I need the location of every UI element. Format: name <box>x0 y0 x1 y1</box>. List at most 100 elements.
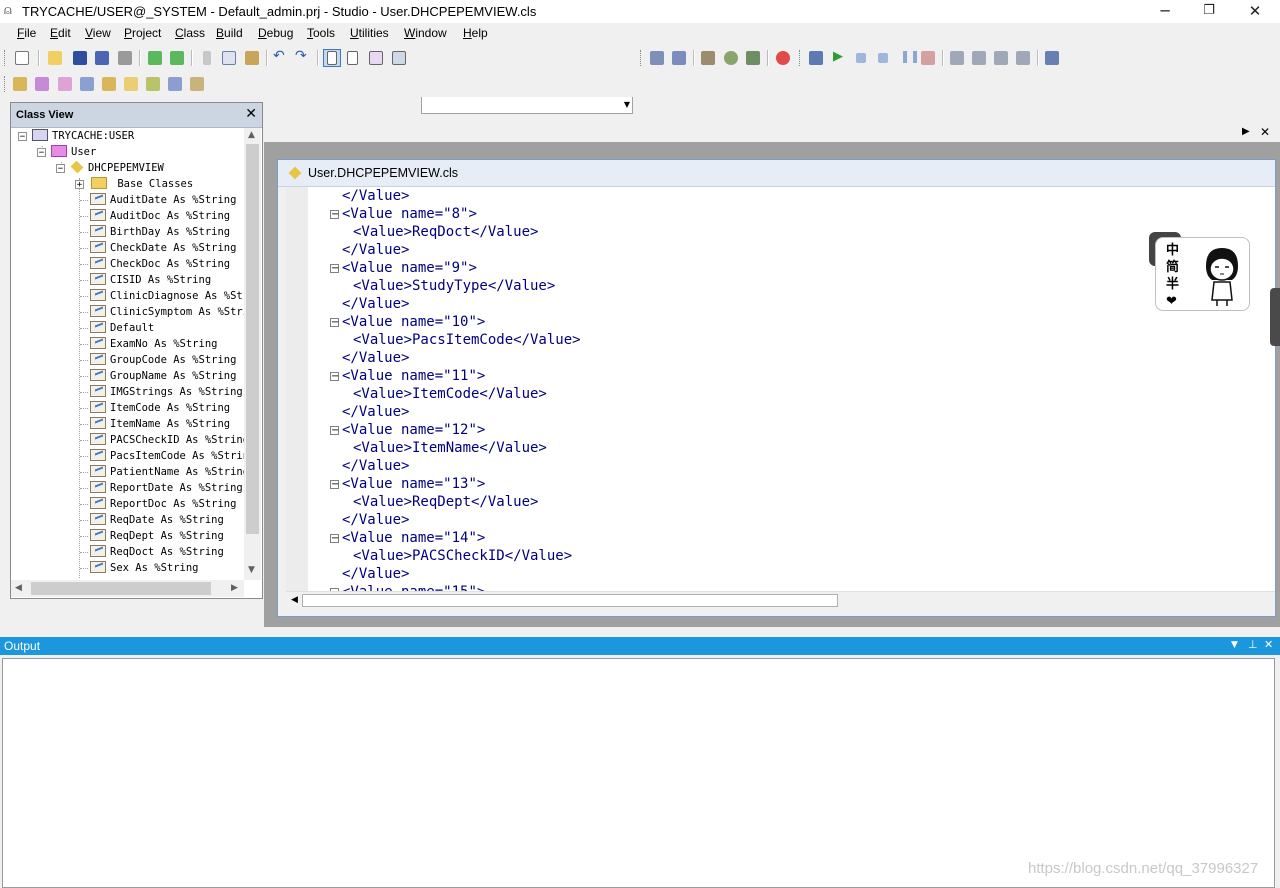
new-query-icon[interactable] <box>100 75 118 93</box>
close-icon[interactable]: ✕ <box>245 106 257 122</box>
step-into-icon[interactable] <box>948 49 966 67</box>
tree-item-7[interactable]: ClinicSymptom As %Stri <box>90 304 244 320</box>
code-line[interactable]: <Value>PacsItemCode</Value> <box>353 331 581 349</box>
code-line[interactable]: </Value> <box>342 241 409 259</box>
tree-package-node[interactable]: User <box>51 144 96 160</box>
run-icon[interactable]: ▶ <box>830 49 848 67</box>
tree-item-19[interactable]: ReportDoc As %String <box>90 496 236 512</box>
undo-icon[interactable]: ↶ <box>272 48 290 67</box>
clear-breakpoints-icon[interactable] <box>919 49 937 67</box>
redo-icon[interactable]: ↷ <box>294 48 312 67</box>
tree-item-22[interactable]: ReqDoct As %String <box>90 544 224 560</box>
windows-icon[interactable] <box>390 49 408 67</box>
code-line[interactable]: <Value>ItemCode</Value> <box>353 385 547 403</box>
globe-icon[interactable] <box>722 49 740 67</box>
step-over-icon[interactable] <box>970 49 988 67</box>
stop-icon[interactable] <box>774 49 792 67</box>
code-line[interactable]: <Value>StudyType</Value> <box>353 277 555 295</box>
toolbar-grip[interactable] <box>4 76 8 92</box>
tree-base-classes-node[interactable]: Base Classes <box>91 176 193 192</box>
tree-class-node[interactable]: DHCPEPEMVIEW <box>70 160 164 176</box>
tree-item-12[interactable]: IMGStrings As %String <box>90 384 243 400</box>
fold-toggle[interactable]: − <box>330 318 339 328</box>
tree-item-16[interactable]: PacsItemCode As %Strin <box>90 448 244 464</box>
close-icon[interactable]: ✕ <box>1260 125 1270 139</box>
tree-item-3[interactable]: CheckDate As %String <box>90 240 236 256</box>
code-line[interactable]: <Value name="14"> <box>342 529 485 547</box>
editor-horizontal-scrollbar[interactable]: ◀ <box>286 591 1275 609</box>
tree-item-9[interactable]: ExamNo As %String <box>90 336 217 352</box>
pin-icon[interactable]: ⊥ <box>1248 638 1258 651</box>
tree-item-14[interactable]: ItemName As %String <box>90 416 230 432</box>
refresh-icon[interactable] <box>744 49 762 67</box>
maximize-button[interactable]: ❐ <box>1186 0 1232 23</box>
step-out-icon[interactable] <box>992 49 1010 67</box>
code-line[interactable]: </Value> <box>342 349 409 367</box>
new-index-icon[interactable] <box>122 75 140 93</box>
code-line[interactable]: <Value>ReqDept</Value> <box>353 493 538 511</box>
fold-toggle[interactable]: − <box>330 480 339 490</box>
code-line[interactable]: </Value> <box>342 403 409 421</box>
class-view-vertical-scrollbar[interactable]: ▲ ▼ <box>244 128 261 580</box>
tree-item-17[interactable]: PatientName As %String <box>90 464 244 480</box>
tree-collapse-toggle[interactable]: − <box>37 148 46 158</box>
scroll-right-icon[interactable]: ▶ <box>231 583 238 593</box>
save-all-icon[interactable] <box>93 49 111 67</box>
compile-icon[interactable] <box>648 49 666 67</box>
tree-collapse-toggle[interactable]: − <box>18 132 27 142</box>
paste-icon[interactable] <box>243 49 261 67</box>
debug-target-icon[interactable] <box>807 49 825 67</box>
stop-debug-icon[interactable] <box>874 49 892 67</box>
side-dock-strip[interactable] <box>1270 288 1280 346</box>
tree-expand-toggle[interactable]: + <box>75 180 84 190</box>
tree-collapse-toggle[interactable]: − <box>56 164 65 174</box>
tree-item-15[interactable]: PACSCheckID As %String <box>90 432 244 448</box>
step-icon[interactable] <box>852 49 870 67</box>
code-editor[interactable]: </Value> − <Value name="8"> <Value>ReqDoct<… <box>286 187 1275 591</box>
close-window-button[interactable]: ✕ <box>1232 0 1278 23</box>
save-icon[interactable] <box>71 49 89 67</box>
tree-item-18[interactable]: ReportDate As %String <box>90 480 243 496</box>
tree-item-20[interactable]: ReqDate As %String <box>90 512 224 528</box>
inspector-icon[interactable] <box>699 49 717 67</box>
scroll-left-icon[interactable]: ◀ <box>291 595 298 605</box>
class-view-horizontal-scrollbar[interactable]: ◀ ▶ <box>11 580 244 597</box>
menu-build[interactable]: Build <box>216 26 243 40</box>
edit-doc-icon[interactable] <box>367 49 385 67</box>
forward-icon[interactable] <box>168 49 186 67</box>
code-line[interactable]: </Value> <box>342 295 409 313</box>
code-line[interactable]: </Value> <box>342 457 409 475</box>
code-line[interactable]: </Value> <box>342 511 409 529</box>
code-line[interactable]: <Value name="10"> <box>342 313 485 331</box>
menu-debug[interactable]: Debug <box>258 26 293 40</box>
tree-item-2[interactable]: BirthDay As %String <box>90 224 230 240</box>
menu-window[interactable]: Window <box>404 26 447 40</box>
tree-item-5[interactable]: CISID As %String <box>90 272 211 288</box>
fold-toggle[interactable]: − <box>330 372 339 382</box>
pause-icon[interactable]: ❚❚ <box>896 49 920 67</box>
code-line[interactable]: </Value> <box>342 565 409 583</box>
copy-icon[interactable] <box>220 49 238 67</box>
fold-toggle[interactable]: − <box>330 426 339 436</box>
watch-icon[interactable] <box>1043 49 1061 67</box>
menu-class[interactable]: Class <box>175 26 205 40</box>
scroll-down-icon[interactable]: ▼ <box>248 565 255 575</box>
new-method-icon[interactable] <box>56 75 74 93</box>
tree-item-21[interactable]: ReqDept As %String <box>90 528 224 544</box>
menu-view[interactable]: View <box>85 26 111 40</box>
scrollbar-thumb[interactable] <box>246 144 259 534</box>
new-property-icon[interactable] <box>33 75 51 93</box>
tree-item-10[interactable]: GroupCode As %String <box>90 352 236 368</box>
tree-item-6[interactable]: ClinicDiagnose As %Str <box>90 288 244 304</box>
code-line[interactable]: <Value>ItemName</Value> <box>353 439 547 457</box>
toolbar-combo[interactable]: ▼ <box>421 95 633 114</box>
toolbar-grip[interactable] <box>799 50 803 66</box>
tree-item-1[interactable]: AuditDoc As %String <box>90 208 230 224</box>
cut-icon[interactable] <box>198 49 216 67</box>
tree-item-0[interactable]: AuditDate As %String <box>90 192 236 208</box>
print-icon[interactable] <box>116 49 134 67</box>
back-icon[interactable] <box>146 49 164 67</box>
code-line[interactable]: <Value name="15"> <box>342 583 485 591</box>
tree-item-4[interactable]: CheckDoc As %String <box>90 256 230 272</box>
new-xdata-icon[interactable] <box>166 75 184 93</box>
